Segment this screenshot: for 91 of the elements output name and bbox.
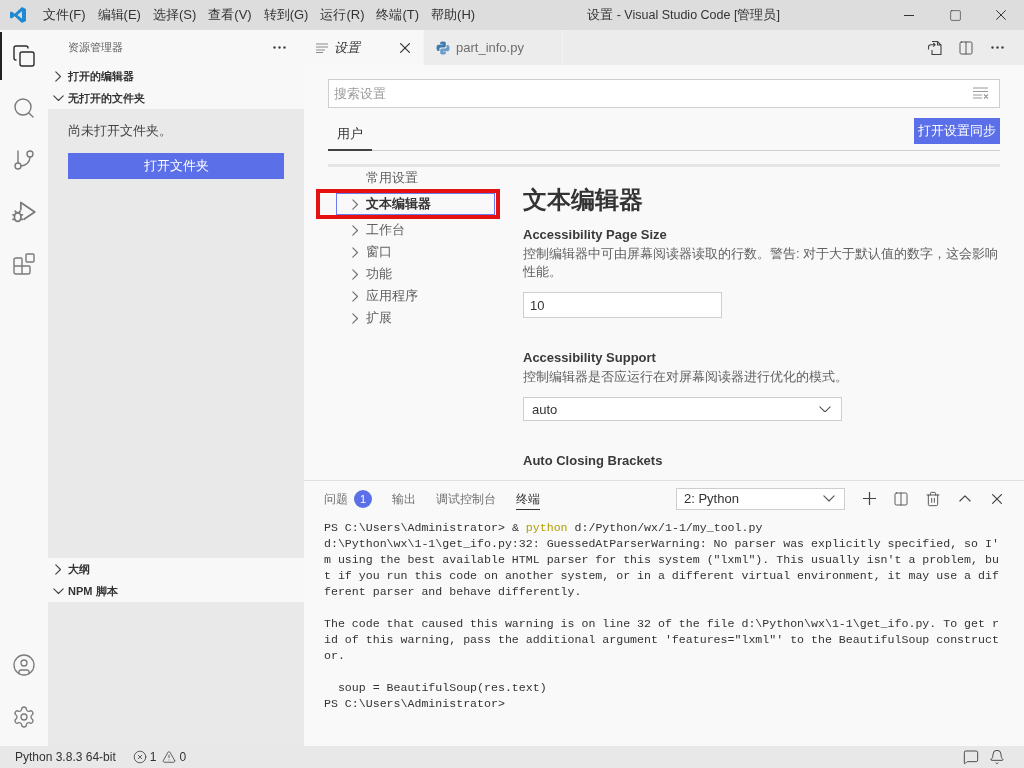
panel-tab[interactable]: 问题 [324, 487, 348, 510]
bell-icon[interactable] [989, 749, 1005, 765]
open-file-icon[interactable] [927, 39, 943, 56]
setting-title: Accessibility Support [523, 349, 657, 367]
terminal-line: The code that caused this warning is on line 32 of the file d:\Python\wx\1-1\get_ifo.py. To get r [324, 616, 999, 632]
terminal-line: id of this warning, pass the additional argument 'features="lxml"' to the BeautifulSoup construct [324, 632, 999, 648]
section-header[interactable]: 大纲 [48, 558, 304, 581]
terminal-select[interactable]: 2: Python [676, 487, 845, 510]
menu-item[interactable]: 文件(F) [43, 6, 86, 24]
maximize-icon[interactable] [948, 8, 962, 22]
toc-item[interactable]: 常用设置 [336, 167, 495, 189]
close-icon[interactable] [992, 493, 1002, 504]
minimize-icon[interactable] [904, 14, 914, 16]
section-header[interactable]: 打开的编辑器 [48, 65, 304, 87]
plus-icon[interactable] [862, 492, 876, 505]
speech-bubble-icon[interactable] [963, 749, 979, 765]
sync-settings-button[interactable]: 打开设置同步 [914, 118, 1000, 144]
split-editor-icon[interactable] [958, 39, 974, 56]
toc-item[interactable]: 工作台 [336, 219, 495, 241]
chevron-right-icon [351, 290, 359, 302]
trash-icon[interactable] [925, 490, 941, 507]
lines-icon [316, 42, 328, 53]
interpreter-status[interactable]: Python 3.8.3 64-bit [15, 750, 116, 764]
terminal-line: or. [324, 648, 345, 664]
file-type-icon [436, 40, 450, 55]
clear-filter-icon[interactable] [973, 87, 989, 99]
search-icon[interactable] [12, 96, 36, 120]
menu-item[interactable]: 终端(T) [376, 6, 420, 24]
warning-icon[interactable] [162, 750, 177, 764]
menu-item[interactable]: 编辑(E) [97, 6, 141, 24]
play-bug-icon[interactable] [12, 200, 36, 224]
toc-item[interactable]: 功能 [336, 263, 495, 285]
number-field[interactable]: 10 [523, 292, 722, 318]
toc-item[interactable]: 文本编辑器 [336, 193, 495, 215]
search-field[interactable]: 搜索设置 [328, 79, 1000, 108]
chevron-right-icon [351, 268, 359, 280]
setting-title: Accessibility Page Size [523, 226, 668, 244]
chevron-right-icon [351, 198, 359, 210]
settings-icon[interactable] [12, 705, 36, 729]
select-field[interactable]: auto [523, 397, 842, 421]
terminal-line: PS C:\Users\Administrator> & python d:/Python/wx/1-1/my_tool.py [324, 520, 763, 536]
setting-description: 控制编辑器中可由屏幕阅读器读取的行数。警告: 对于大于默认值的数字，这会影响性能。 [523, 245, 1000, 281]
toc-item[interactable]: 应用程序 [336, 285, 495, 307]
terminal-line: d:\Python\wx\1-1\get_ifo.py:32: GuessedAtParserWarning: No parser was explicitly specified, so I' [324, 536, 999, 552]
chevron-right-icon [351, 246, 359, 258]
menu-item[interactable]: 帮助(H) [431, 6, 476, 24]
toc-item[interactable]: 扩展 [336, 307, 495, 329]
menu-item[interactable]: 选择(S) [152, 6, 197, 24]
app-logo-icon [10, 7, 26, 23]
section-header[interactable]: 无打开的文件夹 [48, 87, 304, 109]
menu-item[interactable]: 运行(R) [320, 6, 365, 24]
close-icon[interactable] [400, 42, 410, 53]
empty-folder-message: 尚未打开文件夹。 [68, 122, 173, 140]
setting-description: 控制编辑器是否应运行在对屏幕阅读器进行优化的模式。 [523, 368, 849, 386]
open-folder-button[interactable]: 打开文件夹 [68, 153, 284, 179]
terminal-line: ferent parser and behave differently. [324, 584, 582, 600]
panel-tab[interactable]: 调试控制台 [436, 487, 496, 510]
account-icon[interactable] [12, 653, 36, 677]
menu-item[interactable]: 转到(G) [263, 6, 309, 24]
error-icon[interactable] [132, 750, 147, 764]
chevron-right-icon [351, 224, 359, 236]
more-icon[interactable] [273, 46, 286, 49]
panel-tab[interactable]: 输出 [392, 487, 416, 510]
branch-icon[interactable] [12, 148, 36, 172]
section-header[interactable]: NPM 脚本 [48, 580, 304, 603]
warning-count[interactable]: 0 [179, 750, 187, 764]
window-title: 设置 - Visual Studio Code [管理员] [587, 6, 780, 24]
setting-title: Auto Closing Brackets [523, 452, 664, 470]
chevron-down-icon [819, 405, 831, 413]
chevron-right-icon [351, 312, 359, 324]
terminal-line: PS C:\Users\Administrator> [324, 696, 505, 712]
scope-tab[interactable]: 用户 [328, 126, 372, 151]
panel-tab[interactable]: 终端 [516, 487, 540, 510]
split-terminal-icon[interactable] [893, 490, 909, 507]
chevron-up-icon[interactable] [959, 495, 971, 502]
toc-item[interactable]: 窗口 [336, 241, 495, 263]
close-icon[interactable] [996, 10, 1006, 20]
chevron-down-icon [823, 495, 835, 502]
active-indicator [0, 32, 2, 80]
more-icon[interactable] [990, 46, 1004, 49]
editor-tab[interactable]: 设置 [304, 30, 424, 65]
error-count[interactable]: 1 [149, 750, 157, 764]
blocks-icon[interactable] [12, 252, 36, 276]
terminal-line: t if you run this code on another system, or in a different virtual environment, it may use a dif [324, 568, 999, 584]
sidebar-title: 资源管理器 [68, 40, 123, 55]
section-title: 文本编辑器 [523, 185, 644, 215]
terminal-line: soup = BeautifulSoup(res.text) [336, 680, 547, 696]
files-icon[interactable] [12, 44, 36, 68]
menu-item[interactable]: 查看(V) [208, 6, 252, 24]
terminal-line: m using the best available HTML parser for this system ("lxml"). This usually isn't a problem, bu [324, 552, 999, 568]
count-badge: 1 [354, 489, 372, 508]
